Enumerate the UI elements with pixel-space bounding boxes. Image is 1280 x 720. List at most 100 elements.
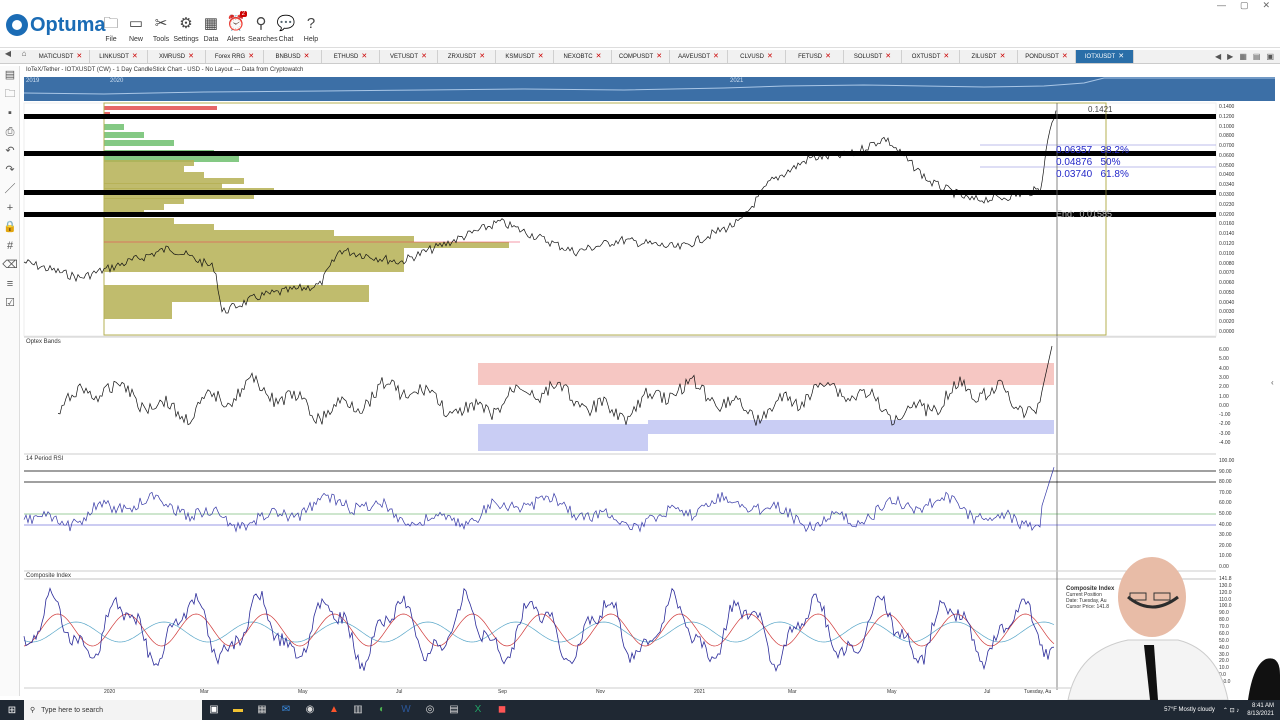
rsi-axis-label: 70.00 xyxy=(1219,489,1232,496)
excel-icon[interactable]: X xyxy=(466,702,490,718)
rsi-axis-label: 100.00 xyxy=(1219,458,1235,464)
price-axis-label: 0.0050 xyxy=(1219,289,1235,296)
optex-axis-label: 1.00 xyxy=(1219,393,1229,400)
x-axis-label: 2021 xyxy=(694,689,706,695)
optex-axis-label: 6.00 xyxy=(1219,347,1229,353)
composite-title: Composite Index xyxy=(26,573,72,579)
optex-axis-label: -3.00 xyxy=(1219,430,1231,437)
store-icon[interactable]: ▦ xyxy=(250,702,274,718)
fib-end-label: End: 0.01585 xyxy=(1056,209,1112,219)
price-axis-label: 0.0300 xyxy=(1219,192,1235,199)
optex-line xyxy=(57,345,1053,426)
fib-label-618[interactable]: 0.03740 61.8% xyxy=(1056,169,1129,180)
horizontal-line[interactable] xyxy=(24,212,1216,217)
volume-profile-bar xyxy=(104,302,172,319)
optex-upper-band xyxy=(478,363,1054,385)
taskbar-search[interactable]: ⚲ Type here to search xyxy=(24,700,202,720)
chrome-icon[interactable]: ◐ xyxy=(370,702,394,718)
price-axis-label: 0.0000 xyxy=(1219,329,1235,335)
weather-text[interactable]: 57°F Mostly cloudy xyxy=(1164,707,1215,713)
price-axis-label: 0.0100 xyxy=(1219,250,1235,257)
optex-series xyxy=(57,345,1053,426)
volume-profile-bar xyxy=(104,106,217,110)
price-axis-label: 0.0200 xyxy=(1219,211,1235,218)
price-axis-label: 0.0160 xyxy=(1219,221,1235,228)
x-axis-label: May xyxy=(298,689,308,695)
rsi-title: 14 Period RSI xyxy=(26,456,64,462)
rsi-line xyxy=(23,467,1055,533)
clock[interactable]: 8:41 AM 8/13/2021 xyxy=(1247,702,1274,718)
optex-axis-label: 5.00 xyxy=(1219,356,1229,363)
optuma-task-icon[interactable]: ◼ xyxy=(490,702,514,718)
rsi-axis-label: 20.00 xyxy=(1219,542,1232,549)
x-axis-label: Mar xyxy=(200,689,209,695)
composite-line xyxy=(23,587,1055,672)
price-axis-label: 0.0600 xyxy=(1219,152,1235,159)
fib-pct: 50% xyxy=(1100,157,1121,168)
task-view-icon[interactable]: ▣ xyxy=(202,702,226,718)
horizontal-line[interactable] xyxy=(24,190,1216,195)
price-axis-label: 0.0230 xyxy=(1219,201,1235,208)
x-axis-label: 2020 xyxy=(104,689,116,695)
price-axis-label: 0.1200 xyxy=(1219,113,1235,120)
fib-end-text: End: xyxy=(1056,209,1075,219)
app-icon[interactable]: ▤ xyxy=(442,702,466,718)
word-icon[interactable]: W xyxy=(394,702,418,718)
tray-icons[interactable]: ⌃ ⊡ ♪ xyxy=(1223,707,1239,714)
volume-profile-bar xyxy=(104,172,204,178)
rsi-axis-label: 60.00 xyxy=(1219,500,1232,507)
price-axis-label: 0.0020 xyxy=(1219,319,1235,326)
mail-icon[interactable]: ✉ xyxy=(274,702,298,718)
volume-profile-bar xyxy=(104,218,174,224)
fib-pct: 61.8% xyxy=(1100,169,1129,180)
volume-profile-bar xyxy=(104,230,334,236)
rsi-axis-label: 40.00 xyxy=(1219,521,1232,528)
optex-axis-label: -1.00 xyxy=(1219,412,1231,419)
x-axis-label: Jul xyxy=(396,689,403,695)
horizontal-line[interactable] xyxy=(24,114,1216,119)
search-icon: ⚲ xyxy=(30,707,36,714)
price-axis-label: 0.0040 xyxy=(1219,299,1235,306)
app-icon[interactable]: ▥ xyxy=(346,702,370,718)
side-panel-toggle-icon[interactable]: ‹ xyxy=(1271,378,1274,387)
rsi-series xyxy=(23,467,1055,533)
rsi-axis-label: 30.00 xyxy=(1219,532,1232,539)
volume-profile-bar xyxy=(104,124,124,130)
clock-time: 8:41 AM xyxy=(1251,703,1274,709)
volume-profile-bar xyxy=(104,224,214,230)
price-axis-label: 0.1000 xyxy=(1219,123,1235,130)
optuma-window: Optuma 🗀 File ▭ New ✂ Tools ⚙ Settings ▦ Data ⏰ Ale… xyxy=(0,0,1280,720)
fib-price: 0.04876 xyxy=(1056,157,1093,168)
price-axis-label: 0.1400 xyxy=(1219,104,1235,110)
fib-label-50[interactable]: 0.04876 50% xyxy=(1056,157,1121,168)
rsi-axis-label: 90.00 xyxy=(1219,468,1232,475)
windows-start-icon[interactable]: ⊞ xyxy=(0,705,24,716)
brave-icon[interactable]: ▲ xyxy=(322,702,346,718)
app-icon[interactable]: ◎ xyxy=(418,702,442,718)
volume-profile-bar xyxy=(104,248,404,254)
volume-profile-bar xyxy=(104,260,404,266)
composite-short-average xyxy=(23,613,1055,647)
price-axis-label: 0.0800 xyxy=(1219,133,1235,140)
fib-label-382[interactable]: 0.06357 38.2% xyxy=(1056,145,1129,156)
x-axis-label: Jul xyxy=(984,689,991,695)
optex-axis-label: -4.00 xyxy=(1219,440,1231,446)
optex-lower-band xyxy=(478,424,648,451)
x-axis-label: Sep xyxy=(498,689,507,695)
x-axis-label: May xyxy=(887,689,897,695)
file-explorer-icon[interactable]: ▬ xyxy=(226,702,250,718)
maps-icon[interactable]: ◉ xyxy=(298,702,322,718)
rsi-axis-label: 50.00 xyxy=(1219,511,1232,517)
volume-profile-bar xyxy=(104,140,174,146)
optex-axis-label: 4.00 xyxy=(1219,365,1229,372)
optex-title: Optex Bands xyxy=(26,339,61,345)
fib-pct: 38.2% xyxy=(1100,145,1129,156)
volume-profile-bar xyxy=(104,204,164,210)
presenter-webcam xyxy=(1067,557,1280,700)
price-axis-label: 0.0500 xyxy=(1219,162,1235,169)
volume-profile-bar xyxy=(104,160,194,166)
horizontal-line[interactable] xyxy=(24,151,1216,156)
optex-lower-band xyxy=(648,420,1054,434)
system-tray: 57°F Mostly cloudy ⌃ ⊡ ♪ 8:41 AM 8/13/20… xyxy=(1164,702,1280,718)
optex-axis-label: 0.00 xyxy=(1219,402,1229,409)
